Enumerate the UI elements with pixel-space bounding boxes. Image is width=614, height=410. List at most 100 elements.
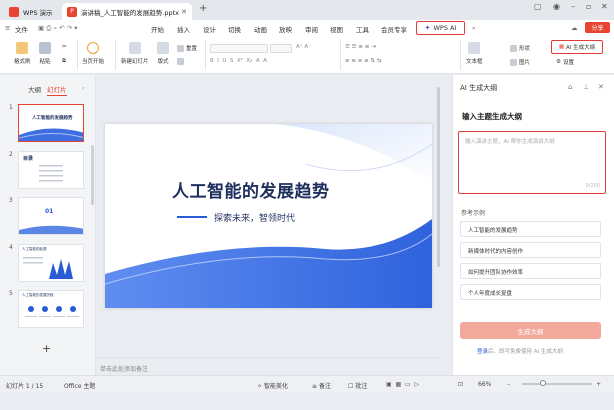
topic-input[interactable]: 输入演讲主题，AI 帮你生成演讲大纲 0/200 bbox=[458, 131, 606, 194]
ai-outline-button[interactable]: ▦ AI 生成大纲 bbox=[551, 40, 603, 54]
thumb-number: 1 bbox=[9, 104, 13, 111]
slide-subtitle[interactable]: 探索未来，智领时代 bbox=[214, 211, 295, 224]
example-item[interactable]: 个人年度成长复盘 bbox=[460, 284, 601, 300]
settings-button[interactable]: ⚙ 设置 bbox=[556, 58, 574, 66]
section-button[interactable] bbox=[177, 58, 184, 65]
pin-icon[interactable]: ⌂ bbox=[568, 83, 572, 91]
close-panel-icon[interactable]: ✕ bbox=[598, 83, 604, 91]
slide-thumbnail-4[interactable]: 人工智能的起源 bbox=[18, 244, 84, 282]
new-tab-icon[interactable]: + bbox=[199, 3, 207, 14]
ai-outline-icon: ▦ bbox=[558, 44, 565, 50]
slide-title[interactable]: 人工智能的发展趋势 bbox=[172, 177, 330, 202]
login-link[interactable]: 登录 bbox=[477, 349, 488, 355]
reset-button[interactable]: 重置 bbox=[177, 44, 197, 52]
comments-toggle[interactable]: ☐ 批注 bbox=[348, 381, 367, 390]
menu-transition[interactable]: 切换 bbox=[228, 24, 241, 34]
layout-button[interactable]: 版式 bbox=[157, 42, 169, 65]
paste-button[interactable]: 粘贴 bbox=[39, 42, 51, 65]
tab-outline[interactable]: 大纲 bbox=[28, 84, 41, 94]
notes-toggle-label: 备注 bbox=[318, 383, 331, 390]
tab-slides[interactable]: 幻灯片 bbox=[47, 84, 67, 96]
collapse-panel-icon[interactable]: ‹ bbox=[82, 84, 85, 92]
login-tip: 登录后，即可免费使用 AI 生成大纲 bbox=[477, 347, 563, 355]
minimize-icon[interactable]: – bbox=[571, 2, 575, 11]
zoom-slider-handle[interactable] bbox=[540, 380, 546, 386]
cut-icon[interactable]: ✂ bbox=[62, 44, 67, 50]
thumb-wave-graphic bbox=[19, 128, 83, 141]
comment-icon: ☐ bbox=[348, 383, 354, 390]
play-from-current-label: 当页开始 bbox=[82, 59, 105, 65]
picture-icon bbox=[510, 58, 517, 66]
thumb-title: 01 bbox=[45, 208, 54, 215]
menu-tools[interactable]: 工具 bbox=[356, 24, 369, 34]
app-tab-label: WPS 演示 bbox=[23, 8, 53, 17]
search-icon[interactable]: ⌕ bbox=[472, 24, 476, 33]
notes-field[interactable]: 单击此处添加备注 bbox=[96, 357, 441, 375]
cloud-icon[interactable]: ☁ bbox=[571, 24, 578, 32]
examples-title: 参考示例 bbox=[461, 210, 486, 217]
zoom-slider[interactable] bbox=[522, 383, 592, 385]
generate-label: 生成大纲 bbox=[517, 327, 544, 336]
comments-label: 批注 bbox=[355, 383, 368, 390]
slide-thumbnail-3[interactable]: 01 bbox=[18, 197, 84, 235]
add-slide-button[interactable]: + bbox=[42, 342, 51, 355]
ribbon-toolbar: 格式刷 粘贴 ✂ ⧉ 当页开始 新建幻灯片 版式 重置 A⁺ A⁻ B I U … bbox=[0, 36, 614, 74]
smart-beautify-button[interactable]: ✧ 智能美化 bbox=[257, 381, 288, 390]
menu-view[interactable]: 视图 bbox=[330, 24, 343, 34]
view-mode-buttons[interactable]: ▣ ▦ ▭ ▷ bbox=[386, 381, 419, 388]
user-avatar-icon[interactable]: ◉ bbox=[553, 2, 560, 11]
paragraph-align-buttons[interactable]: ≡ ≡ ≡ ≡ ⇅ ⇆ bbox=[345, 58, 381, 64]
quick-access-icons[interactable]: ▣ ⎙ ⌕ ↶ ↷ ▾ bbox=[38, 24, 77, 33]
zoom-out-icon[interactable]: – bbox=[507, 381, 510, 388]
menu-animation[interactable]: 动画 bbox=[254, 24, 267, 34]
canvas-scrollbar[interactable] bbox=[437, 87, 440, 267]
slide-thumbnail-1[interactable]: 人工智能的发展趋势 bbox=[18, 104, 84, 142]
example-item[interactable]: 新媒体时代的内容创作 bbox=[460, 242, 601, 258]
font-size-select[interactable] bbox=[270, 44, 292, 53]
textbox-button[interactable]: 文本框 bbox=[466, 42, 483, 65]
thumbnail-scrollbar[interactable] bbox=[91, 145, 94, 205]
example-item[interactable]: 如何提升团队协作效率 bbox=[460, 263, 601, 279]
close-window-icon[interactable]: ✕ bbox=[601, 2, 608, 11]
menu-design[interactable]: 设计 bbox=[203, 24, 216, 34]
generate-outline-button[interactable]: 生成大纲 bbox=[460, 322, 601, 339]
play-from-current-button[interactable]: 当页开始 bbox=[82, 42, 104, 65]
copy-icon[interactable]: ⧉ bbox=[62, 58, 66, 65]
notes-toggle[interactable]: ≡ 备注 bbox=[312, 381, 331, 390]
new-slide-button[interactable]: 新建幻灯片 bbox=[121, 42, 149, 65]
fit-icon[interactable]: ⊡ bbox=[458, 381, 463, 388]
share-button[interactable]: 分享 bbox=[585, 22, 610, 33]
menu-insert[interactable]: 插入 bbox=[177, 24, 190, 34]
format-painter-button[interactable]: 格式刷 bbox=[14, 42, 31, 65]
app-tab[interactable]: WPS 演示 bbox=[4, 3, 60, 20]
font-size-buttons[interactable]: A⁺ A⁻ bbox=[296, 44, 311, 50]
menu-slideshow[interactable]: 放映 bbox=[279, 24, 292, 34]
subtitle-accent-line bbox=[177, 216, 207, 218]
document-tab[interactable]: P 演讲稿_人工智能的发展趋势.pptx ✕ bbox=[62, 3, 192, 20]
zoom-level[interactable]: 66% bbox=[478, 381, 491, 388]
menu-file[interactable]: 文件 bbox=[15, 24, 28, 34]
text-style-buttons[interactable]: B I U S X² X₂ A A bbox=[210, 58, 267, 64]
maximize-icon[interactable]: ▫ bbox=[586, 2, 591, 11]
list-align-buttons[interactable]: ☰ ☰ ≡ ≡ ⇥ bbox=[345, 44, 376, 50]
wps-ai-tab[interactable]: ✦ WPS AI bbox=[416, 21, 465, 35]
example-item[interactable]: 人工智能的发展趋势 bbox=[460, 221, 601, 237]
menu-review[interactable]: 审阅 bbox=[305, 24, 318, 34]
menu-home[interactable]: 开始 bbox=[151, 24, 164, 34]
zoom-in-icon[interactable]: + bbox=[596, 381, 601, 388]
divider bbox=[77, 40, 78, 70]
picture-button[interactable]: 图片 bbox=[510, 58, 530, 66]
window-layout-icon[interactable]: ▢ bbox=[534, 2, 542, 11]
shape-button[interactable]: 形状 bbox=[510, 44, 530, 52]
window-bottom-edge bbox=[0, 392, 614, 410]
hamburger-menu-icon[interactable]: ≡ bbox=[5, 24, 10, 32]
pin-panel-icon[interactable]: ⊥ bbox=[583, 83, 589, 91]
new-slide-icon bbox=[128, 42, 141, 54]
font-family-select[interactable] bbox=[210, 44, 268, 53]
new-slide-label: 新建幻灯片 bbox=[121, 59, 149, 65]
slide-thumbnail-5[interactable]: 人工智能的发展历程 bbox=[18, 290, 84, 328]
slide-thumbnail-2[interactable]: 目录 bbox=[18, 151, 84, 189]
close-tab-icon[interactable]: ✕ bbox=[181, 8, 187, 16]
divider bbox=[340, 40, 341, 70]
menu-member[interactable]: 会员专享 bbox=[381, 24, 407, 34]
